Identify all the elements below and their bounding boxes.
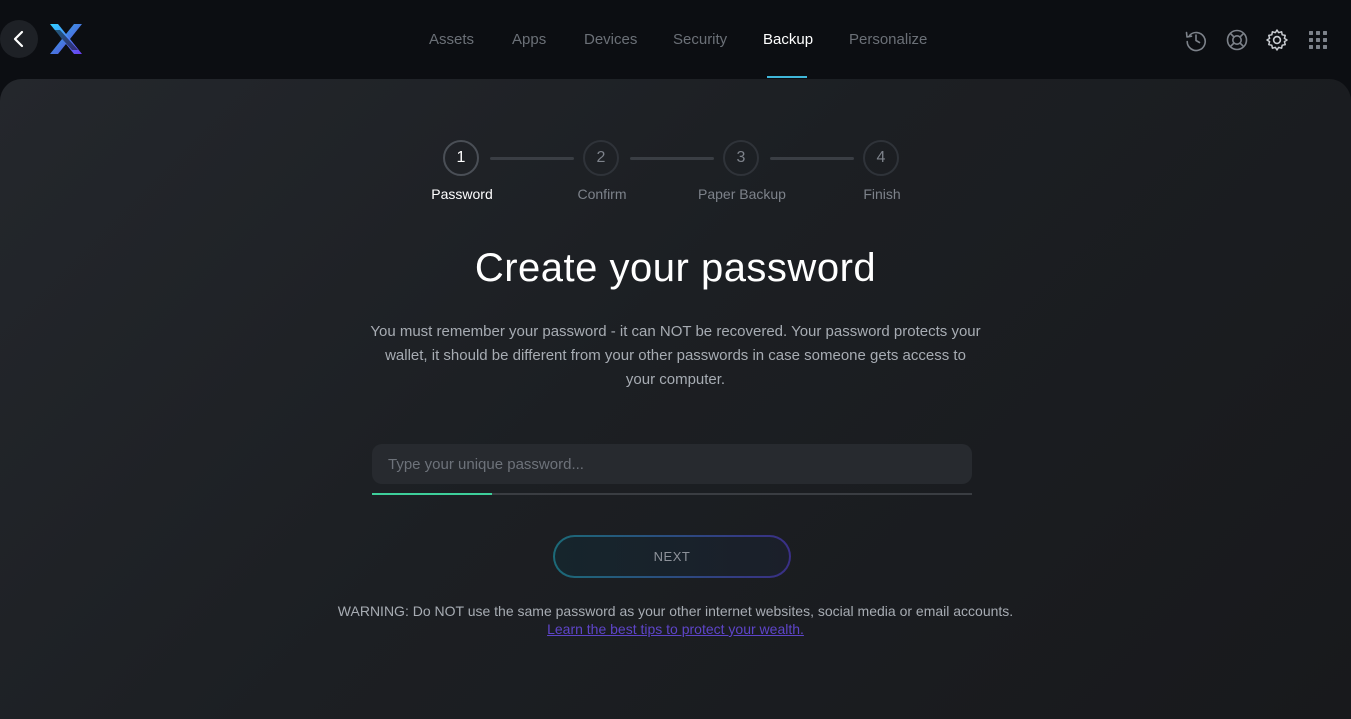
step-2-label: Confirm [577, 186, 627, 202]
step-2-circle: 2 [583, 140, 619, 176]
step-1-label: Password [431, 186, 493, 202]
security-tips-link[interactable]: Learn the best tips to protect your weal… [0, 621, 1351, 637]
step-3-circle: 3 [723, 140, 759, 176]
page-title: Create your password [474, 246, 877, 290]
step-connector [630, 157, 714, 160]
next-button[interactable]: NEXT [553, 535, 791, 578]
password-strength-bar [372, 493, 972, 495]
password-warning: WARNING: Do NOT use the same password as… [337, 603, 1014, 619]
step-1-circle: 1 [443, 140, 479, 176]
backup-stepper: 1 2 3 4 Password Confirm Paper Backup Fi… [0, 0, 1351, 220]
step-connector [770, 157, 854, 160]
password-description: You must remember your password - it can… [370, 323, 981, 388]
password-input[interactable] [372, 444, 972, 484]
step-4-circle: 4 [863, 140, 899, 176]
step-3-label: Paper Backup [698, 186, 786, 202]
password-strength-fill [372, 493, 492, 495]
step-connector [490, 157, 574, 160]
step-4-label: Finish [863, 186, 901, 202]
